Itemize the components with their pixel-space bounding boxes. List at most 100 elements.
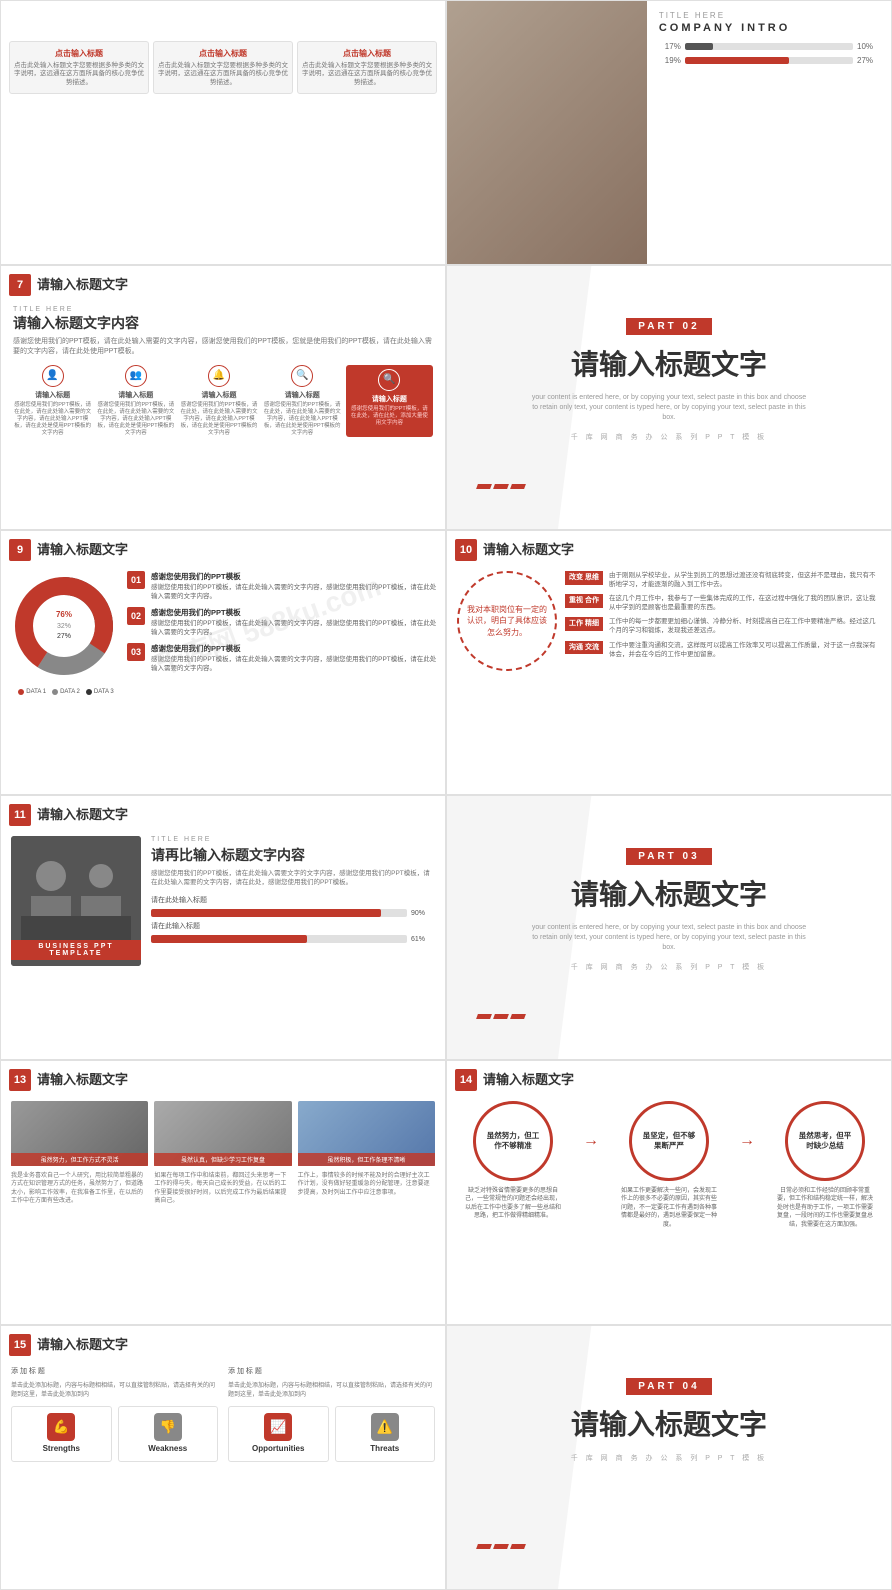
s10-item-text-3: 工作中的每一步都要更加细心谨慎、冷静分析、时刻提高自己在工作中要精准严格。经过这… (609, 617, 881, 635)
s15-add-label-1: 添 加 标 题 (11, 1366, 218, 1376)
part03-sub: your content is entered here, or by copy… (529, 923, 809, 952)
s9-item-num-3: 03 (127, 643, 145, 661)
s2-overlay: TITLE HERE COMPANY INTRO 17% 10% 19% 27% (647, 1, 891, 264)
s9-donut-svg: 76% 32% 27% (9, 571, 119, 681)
s7-icon-label-3: 请输入标题 (179, 390, 258, 400)
s15-swot-opp: 📈 Opportunities (228, 1406, 329, 1462)
slide-s1: 点击输入标题 点击此处输入标题文字您要根据多种多类的文字说明，这远通在这方面所具… (0, 0, 446, 265)
s11-progress-track-1 (151, 909, 407, 917)
s14-circle-desc-2: 如果工作更要解决一些问，会发现工作上的很多不必要的原因，其实有些问题，不一定要花… (619, 1187, 719, 1229)
s1-card-2-title: 点击输入标题 (158, 48, 288, 59)
slide-title-7: 请输入标题文字 (37, 274, 128, 293)
slide-number-7: 7 (9, 274, 31, 296)
s2-bg-image (447, 1, 647, 264)
s10-item-badge-4: 沟通 交流 (565, 641, 603, 655)
s7-icon-2: 👥 请输入标题 感谢您使用我们的PPT模板，请在此处，请在此处输入需要的文字内容… (96, 365, 175, 438)
s14-arrow-1: → (583, 1101, 599, 1181)
s15-add-desc-1: 单击此处添加标题，内容与标题相相结，可以直接管制粘贴，请选择有关的问题到这里，单… (11, 1380, 218, 1398)
part02-decorators (477, 484, 525, 489)
s13-card-1: 我是业务喜欢自己一个人研究，用比较简单粗暴的方式在知识管理方式的任务，虽然努力了… (11, 1172, 148, 1206)
slide-number-14: 14 (455, 1069, 477, 1091)
s11-desc: 感谢您使用我们的PPT模板，请在此处输入需要文字的文字内容，感谢您使用我们的PP… (151, 869, 435, 887)
svg-text:27%: 27% (57, 633, 71, 640)
s7-icon-3: 🔔 请输入标题 感谢您使用我们的PPT模板，请在此处，请在此处输入需要的文字内容… (179, 365, 258, 438)
slide-title-11: 请输入标题文字 (37, 804, 128, 823)
s15-swot: 💪 Strengths 👎 Weakness (11, 1406, 218, 1462)
s15-swot-strengths: 💪 Strengths (11, 1406, 112, 1462)
s1-card-3-body: 点击此处输入标题文字您要根据多种多类的文字说明，这远通在这方面所具备的核心竞争优… (302, 62, 432, 87)
s2-bar-right-pct-2: 27% (857, 56, 879, 65)
part04-footer: 千 库 网 商 务 办 公 系 列 P P T 模 板 (467, 1453, 871, 1463)
s13-card-text-3: 工作上，事情较多的时候不能及时的合理好主次工作计划，没有做好轻重缓急的分配管理，… (298, 1172, 435, 1197)
s7-icon-4: 🔍 请输入标题 感谢您使用我们的PPT模板，请在此处，请在此处输入需要的文字内容… (263, 365, 342, 438)
s10-right-items: 改变 思维 由于刚刚从学校毕业，从学生到员工的思想过渡还没有彻底转变，但这并不是… (565, 571, 881, 671)
s11-progress-row-1: 90% (151, 909, 435, 917)
part04-badge: PART 04 (626, 1378, 711, 1395)
part02-badge: PART 02 (626, 318, 711, 335)
s2-bar-fill-1 (685, 43, 714, 50)
s15-content: 添 加 标 题 单击此处添加标题，内容与标题相相结，可以直接管制粘贴，请选择有关… (11, 1366, 435, 1462)
s9-legend-label-2: DATA 2 (60, 689, 80, 695)
slide-number-10: 10 (455, 539, 477, 561)
s9-item-text-1: 感谢您使用我们的PPT模板，请在此处输入需要的文字内容，感谢您使用我们的PPT模… (151, 583, 437, 601)
s13-images: 虽然努力，但工作方式不灵活 虽然认真，但缺少学习工作复盘 虽然积极，但工作条理不… (11, 1101, 435, 1166)
s11-image-label: BUSINESS PPT TEMPLATE (11, 940, 141, 960)
s15-swot-label-threat: Threats (342, 1444, 429, 1453)
s2-bar-track-1 (685, 43, 853, 50)
s9-item-2: 02 感谢您使用我们的PPT模板 感谢您使用我们的PPT模板，请在此处输入需要的… (127, 607, 437, 637)
s2-bar-right-pct-1: 10% (857, 42, 879, 51)
s11-inner: BUSINESS PPT TEMPLATE TITLE HERE 请再比输入标题… (1, 796, 445, 976)
part04-decorators (477, 1544, 525, 1549)
slide-s15: 15 请输入标题文字 添 加 标 题 单击此处添加标题，内容与标题相相结，可以直… (0, 1325, 446, 1590)
s13-img-2: 虽然认真，但缺少学习工作复盘 (154, 1101, 291, 1166)
s9-item-3: 03 感谢您使用我们的PPT模板 感谢您使用我们的PPT模板，请在此处输入需要的… (127, 643, 437, 673)
s7-icon-circle-5: 🔍 (378, 369, 400, 391)
s9-legend-item-2: DATA 2 (52, 689, 80, 695)
s11-progress-row-2: 61% (151, 935, 435, 943)
s9-item-1: 01 感谢您使用我们的PPT模板 感谢您使用我们的PPT模板，请在此处输入需要的… (127, 571, 437, 601)
s1-card-3-title: 点击输入标题 (302, 48, 432, 59)
s11-sub-label: 请在此处输入标题 (151, 895, 435, 905)
s15-swot-label-opp: Opportunities (235, 1444, 322, 1453)
s13-img-label-3: 虽然积极，但工作条理不清晰 (298, 1153, 435, 1166)
s13-card-2: 如果在每项工作中和结束前，都回过头来思考一下工作的得与失，每天自己成长的受益，在… (154, 1172, 291, 1206)
part03-footer: 千 库 网 商 务 办 公 系 列 P P T 模 板 (467, 962, 871, 972)
s9-donut: 76% 32% 27% (9, 571, 119, 681)
part04-content: PART 04 请输入标题文字 千 库 网 商 务 办 公 系 列 P P T … (447, 1326, 891, 1493)
slide-s14: 14 请输入标题文字 虽然努力，但工作不够精准 缺乏对特殊省情需要更多的思想自己… (446, 1060, 892, 1325)
s11-progress-pct-1: 90% (411, 910, 435, 917)
s11-right: TITLE HERE 请再比输入标题文字内容 感谢您使用我们的PPT模板，请在此… (151, 836, 435, 966)
s10-center-text: 我对本职岗位有一定的认识，明白了具体应该怎么努力。 (459, 596, 555, 646)
s9-item-title-1: 感谢您使用我们的PPT模板 (151, 571, 437, 582)
s10-item-text-1: 由于刚刚从学校毕业，从学生到员工的思想过渡还没有彻底转变，但这并不是理由，我只有… (609, 571, 881, 589)
s15-left: 添 加 标 题 单击此处添加标题，内容与标题相相结，可以直接管制粘贴，请选择有关… (11, 1366, 218, 1462)
s1-card-1-body: 点击此处输入标题文字您要根据多种多类的文字说明，这远通在这方面所具备的核心竞争优… (14, 62, 144, 87)
s13-img-1: 虽然努力，但工作方式不灵活 (11, 1101, 148, 1166)
s15-swot-weakness: 👎 Weakness (118, 1406, 219, 1462)
s15-swot-icon-strength: 💪 (47, 1413, 75, 1441)
s14-circle-wrap-3: 虽然思考，但平时缺少总结 日常必须和工作经验的回顾非常重要，但工作和结构稳定统一… (775, 1101, 875, 1229)
part02-sub: your content is entered here, or by copy… (529, 393, 809, 422)
s10-item-1: 改变 思维 由于刚刚从学校毕业，从学生到员工的思想过渡还没有彻底转变，但这并不是… (565, 571, 881, 589)
slide-s11: 11 请输入标题文字 BUSINESS PPT TEMPLATE TITLE H… (0, 795, 446, 1060)
s2-bar-left-pct-2: 19% (659, 56, 681, 65)
slide-s7: 7 请输入标题文字 TITLE HERE 请输入标题文字内容 感谢您使用我们的P… (0, 265, 446, 530)
slide-part03: PART 03 请输入标题文字 your content is entered … (446, 795, 892, 1060)
s1-card-2-body: 点击此处输入标题文字您要根据多种多类的文字说明，这远通在这方面所具备的核心竞争优… (158, 62, 288, 87)
s7-icon-circle-1: 👤 (42, 365, 64, 387)
s14-circle-1: 虽然努力，但工作不够精准 (473, 1101, 553, 1181)
s11-progress-track-2 (151, 935, 407, 943)
slide-s10: 10 请输入标题文字 我对本职岗位有一定的认识，明白了具体应该怎么努力。 改变 … (446, 530, 892, 795)
part02-main-title: 请输入标题文字 (467, 343, 871, 383)
s7-title-here: TITLE HERE (13, 306, 433, 313)
s7-icon-5: 🔍 请输入标题 感谢您使用我们的PPT模板，请在此处，请在此处，添加大量使用文字… (346, 365, 433, 438)
svg-text:32%: 32% (57, 623, 71, 630)
slide-title-9: 请输入标题文字 (37, 539, 128, 558)
part04-dec-3 (510, 1544, 526, 1549)
s10-item-text-4: 工作中要注重沟通和交流，这样既可以提高工作效率又可以提高工作质量，对于这一点我深… (609, 641, 881, 659)
slide-s2: TITLE HERE COMPANY INTRO 17% 10% 19% 27% (446, 0, 892, 265)
s2-company-intro: COMPANY INTRO (659, 22, 879, 34)
s15-swot-label-strength: Strengths (18, 1444, 105, 1453)
s13-card-text-2: 如果在每项工作中和结束前，都回过头来思考一下工作的得与失，每天自己成长的受益，在… (154, 1172, 291, 1206)
s11-progress-pct-2: 61% (411, 936, 435, 943)
